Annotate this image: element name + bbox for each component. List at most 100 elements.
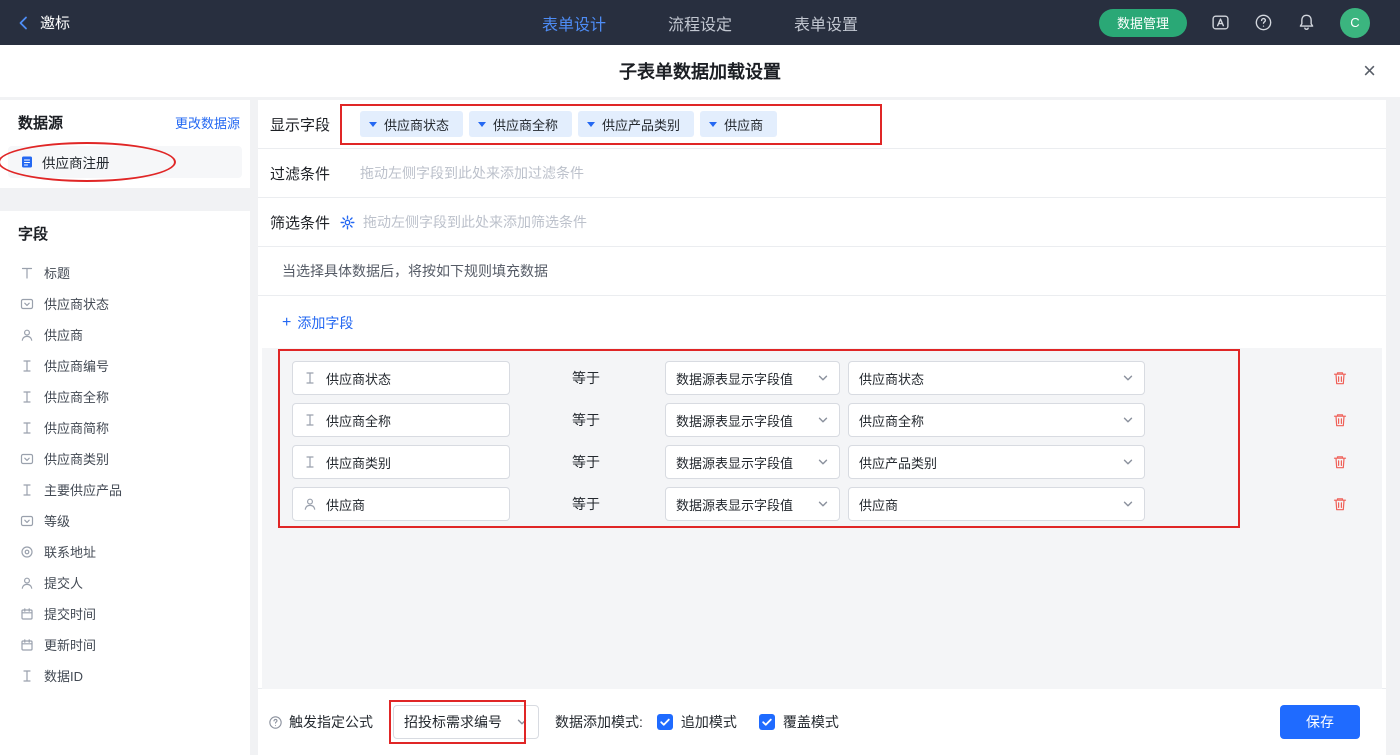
calendar-icon bbox=[20, 607, 34, 621]
field-item-supplier-fullname[interactable]: 供应商全称 bbox=[0, 381, 250, 412]
chevron-down-icon bbox=[817, 372, 829, 384]
rule-field-box[interactable]: 供应商类别 bbox=[292, 445, 510, 479]
field-label: 更新时间 bbox=[44, 638, 97, 653]
rule-value-select[interactable]: 供应商全称 bbox=[848, 403, 1145, 437]
rule-value: 供应商全称 bbox=[859, 413, 925, 429]
rule-source-value: 数据源表显示字段值 bbox=[676, 371, 794, 387]
overwrite-mode-label: 覆盖模式 bbox=[782, 714, 839, 730]
chevron-down-icon bbox=[817, 414, 829, 426]
modal-title: 子表单数据加载设置 bbox=[619, 62, 781, 82]
rule-value: 供应商状态 bbox=[859, 371, 925, 387]
caret-down-icon bbox=[478, 121, 487, 127]
back-icon[interactable] bbox=[16, 15, 32, 31]
rule-source-select[interactable]: 数据源表显示字段值 bbox=[665, 361, 840, 395]
delete-rule-icon[interactable] bbox=[1332, 496, 1348, 512]
data-manage-button[interactable]: 数据管理 bbox=[1098, 8, 1187, 37]
display-field-tag[interactable]: 供应商状态 bbox=[360, 111, 464, 137]
screen-section[interactable]: 筛选条件 拖动左侧字段到此处来添加筛选条件 bbox=[258, 198, 1386, 247]
field-item-supplier[interactable]: 供应商 bbox=[0, 319, 250, 350]
field-item-supplier-no[interactable]: 供应商编号 bbox=[0, 350, 250, 381]
formula-select-wrap: 招投标需求编号 bbox=[389, 700, 539, 744]
rule-row: 供应商状态 等于 数据源表显示字段值 供应商状态 bbox=[292, 361, 1382, 395]
field-item-update-time[interactable]: 更新时间 bbox=[0, 629, 250, 660]
rule-value-select[interactable]: 供应产品类别 bbox=[848, 445, 1145, 479]
back-nav[interactable]: 邀标 bbox=[0, 12, 70, 33]
delete-rule-icon[interactable] bbox=[1332, 454, 1348, 470]
chevron-down-icon bbox=[516, 716, 528, 728]
field-item-title[interactable]: 标题 bbox=[0, 257, 250, 288]
display-field-tag[interactable]: 供应商全称 bbox=[469, 111, 573, 137]
user-icon bbox=[20, 576, 34, 590]
bell-icon[interactable] bbox=[1297, 13, 1316, 32]
tab-form-design[interactable]: 表单设计 bbox=[542, 11, 606, 35]
append-mode-checkbox[interactable]: 追加模式 bbox=[656, 712, 737, 732]
rule-source-value: 数据源表显示字段值 bbox=[676, 497, 794, 513]
tab-form-settings[interactable]: 表单设置 bbox=[794, 11, 858, 35]
formula-select[interactable]: 招投标需求编号 bbox=[393, 705, 539, 739]
field-item-data-id[interactable]: 数据ID bbox=[0, 660, 250, 691]
delete-rule-icon[interactable] bbox=[1332, 370, 1348, 386]
field-item-contact-address[interactable]: 联系地址 bbox=[0, 536, 250, 567]
rule-source-select[interactable]: 数据源表显示字段值 bbox=[665, 487, 840, 521]
display-field-tag[interactable]: 供应商 bbox=[700, 111, 778, 137]
rule-row: 供应商类别 等于 数据源表显示字段值 供应产品类别 bbox=[292, 445, 1382, 479]
field-item-submitter[interactable]: 提交人 bbox=[0, 567, 250, 598]
rule-field-box[interactable]: 供应商 bbox=[292, 487, 510, 521]
field-item-supplier-shortname[interactable]: 供应商简称 bbox=[0, 412, 250, 443]
rule-value: 供应产品类别 bbox=[859, 455, 938, 471]
field-item-submit-time[interactable]: 提交时间 bbox=[0, 598, 250, 629]
tag-label: 供应商全称 bbox=[493, 117, 559, 133]
rule-source-select[interactable]: 数据源表显示字段值 bbox=[665, 445, 840, 479]
filter-section[interactable]: 过滤条件 拖动左侧字段到此处来添加过滤条件 bbox=[258, 149, 1386, 198]
caret-down-icon bbox=[587, 121, 596, 127]
screen-label: 筛选条件 bbox=[270, 214, 331, 232]
add-field-button[interactable]: + 添加字段 bbox=[282, 313, 353, 333]
chevron-down-icon bbox=[1122, 414, 1134, 426]
text-field-icon bbox=[20, 669, 34, 683]
delete-rule-icon[interactable] bbox=[1332, 412, 1348, 428]
gear-icon[interactable] bbox=[340, 214, 355, 230]
checkbox-checked-icon[interactable] bbox=[656, 714, 673, 730]
display-field-tags: 供应商状态 供应商全称 供应产品类别 供应商 bbox=[360, 111, 778, 137]
select-field-icon bbox=[20, 452, 34, 466]
rule-row: 供应商全称 等于 数据源表显示字段值 供应商全称 bbox=[292, 403, 1382, 437]
rule-value-select[interactable]: 供应商状态 bbox=[848, 361, 1145, 395]
rule-field-label: 供应商类别 bbox=[326, 455, 392, 471]
datasource-item[interactable]: 供应商注册 bbox=[0, 142, 242, 182]
change-datasource-link[interactable]: 更改数据源 bbox=[175, 113, 240, 132]
text-field-icon bbox=[20, 390, 34, 404]
display-field-tag[interactable]: 供应产品类别 bbox=[578, 111, 695, 137]
avatar[interactable]: C bbox=[1340, 7, 1370, 38]
field-item-supplier-category[interactable]: 供应商类别 bbox=[0, 443, 250, 474]
rules-section: 当选择具体数据后，将按如下规则填充数据 + 添加字段 供应商状态 等于 数据源表… bbox=[258, 247, 1386, 689]
footer-bar: 触发指定公式 招投标需求编号 数据添加模式: 追加模式 覆盖模式 保存 bbox=[258, 689, 1386, 755]
checkbox-checked-icon[interactable] bbox=[758, 714, 775, 730]
rule-field-box[interactable]: 供应商状态 bbox=[292, 361, 510, 395]
caret-down-icon bbox=[369, 121, 378, 127]
field-label: 数据ID bbox=[44, 669, 84, 684]
modal-header: 子表单数据加载设置 × bbox=[0, 45, 1400, 97]
plus-icon: + bbox=[282, 314, 292, 331]
topbar-tabs: 表单设计 流程设定 表单设置 bbox=[542, 0, 858, 45]
datasource-panel: 数据源 更改数据源 供应商注册 bbox=[0, 100, 250, 188]
chevron-down-icon bbox=[1122, 372, 1134, 384]
close-icon[interactable]: × bbox=[1363, 57, 1376, 85]
rule-value-select[interactable]: 供应商 bbox=[848, 487, 1145, 521]
field-item-main-products[interactable]: 主要供应产品 bbox=[0, 474, 250, 505]
help-icon[interactable] bbox=[1254, 13, 1273, 32]
tab-process-setting[interactable]: 流程设定 bbox=[668, 11, 732, 35]
field-label: 主要供应产品 bbox=[44, 483, 123, 498]
topbar-actions: 数据管理 C bbox=[1098, 0, 1400, 45]
save-button[interactable]: 保存 bbox=[1280, 705, 1360, 739]
field-item-grade[interactable]: 等级 bbox=[0, 505, 250, 536]
location-icon bbox=[20, 545, 34, 559]
field-item-supplier-status[interactable]: 供应商状态 bbox=[0, 288, 250, 319]
rule-source-select[interactable]: 数据源表显示字段值 bbox=[665, 403, 840, 437]
rule-operator: 等于 bbox=[572, 370, 600, 386]
field-label: 提交时间 bbox=[44, 607, 97, 622]
translate-icon[interactable] bbox=[1211, 13, 1230, 32]
rules-list: 供应商状态 等于 数据源表显示字段值 供应商状态 供应商全称 等于 数据源表显示… bbox=[262, 348, 1382, 689]
rule-field-box[interactable]: 供应商全称 bbox=[292, 403, 510, 437]
datasource-item-label: 供应商注册 bbox=[42, 156, 110, 171]
overwrite-mode-checkbox[interactable]: 覆盖模式 bbox=[758, 712, 839, 732]
